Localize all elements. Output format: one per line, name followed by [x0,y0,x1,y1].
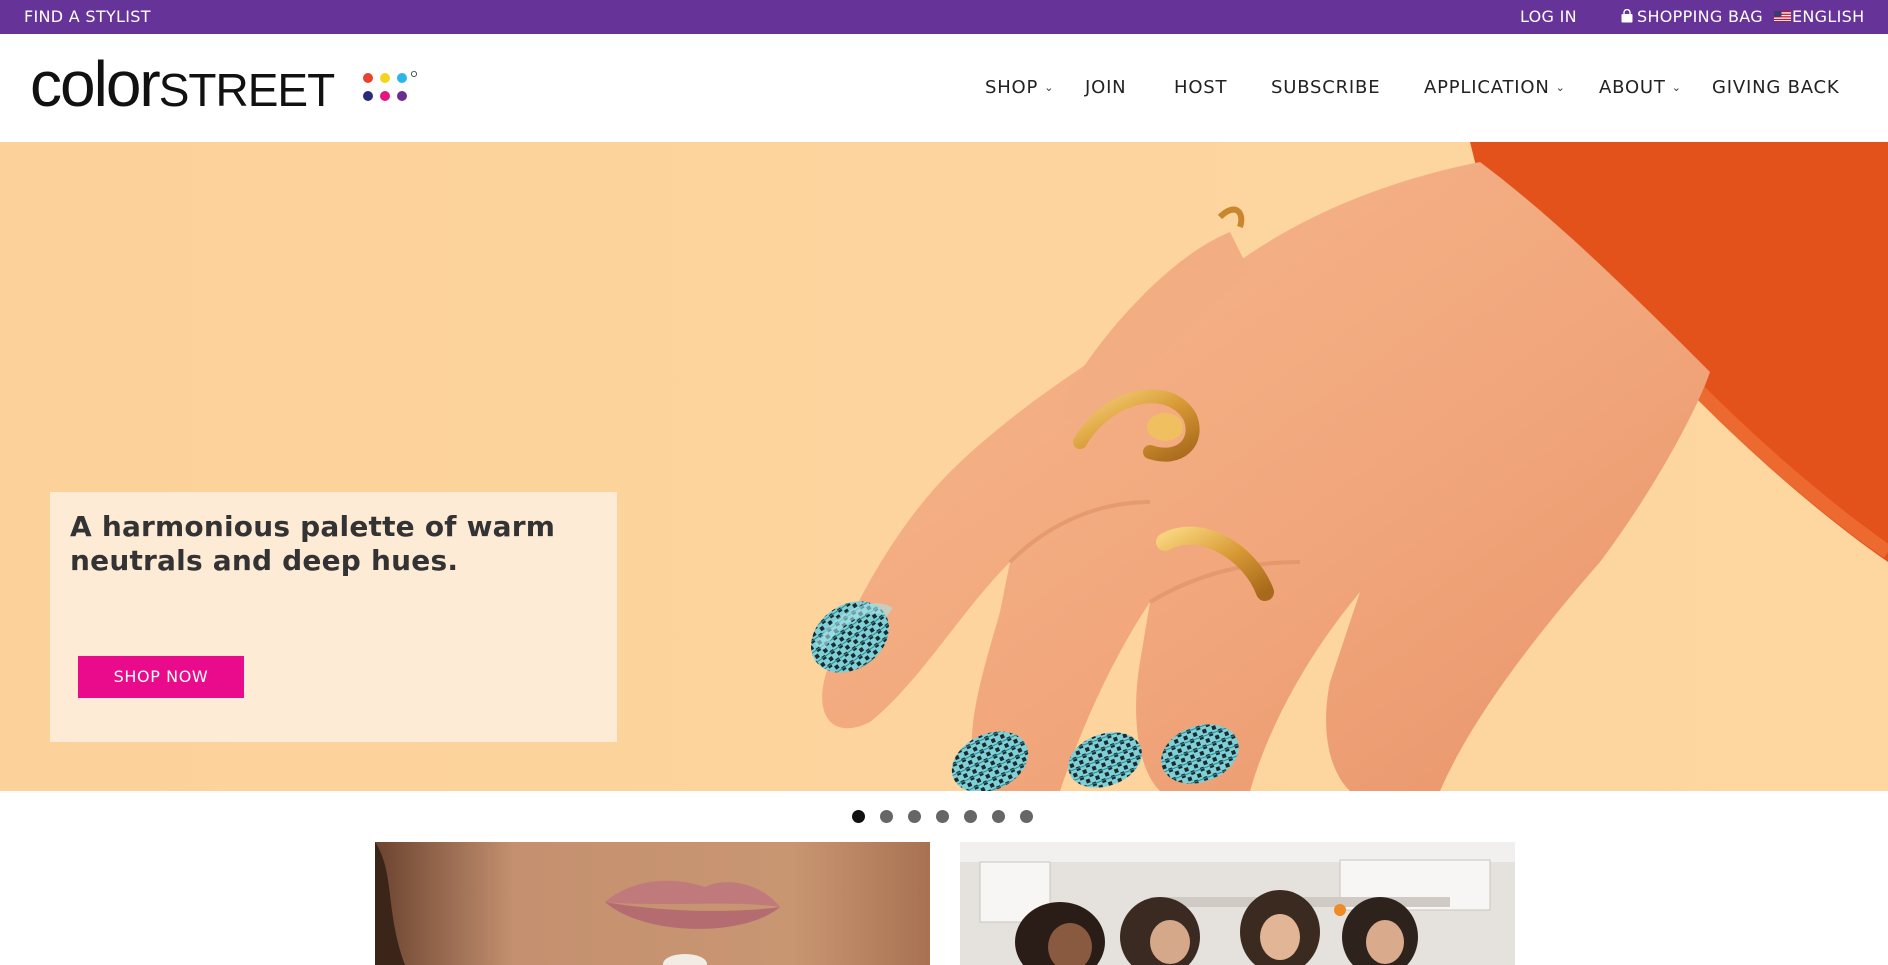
friends-kitchen-image [960,842,1515,965]
top-utility-bar: FIND A STYLIST LOG IN SHOPPING BAG ENGLI… [0,0,1888,34]
carousel-dot-5[interactable] [964,810,977,823]
shopping-bag-icon [1621,9,1633,23]
nav-about-label: ABOUT [1599,77,1666,98]
promo-tile-friends[interactable] [960,842,1515,965]
nav-join[interactable]: JOIN [1085,34,1126,142]
shop-now-button[interactable]: SHOP NOW [78,656,244,698]
lips-image [375,842,930,965]
chevron-down-icon: ⌄ [1044,81,1055,94]
carousel-dot-2[interactable] [880,810,893,823]
chevron-down-icon: ⌄ [1555,81,1566,94]
carousel-dot-1[interactable] [852,810,865,823]
nav-shop-label: SHOP [985,77,1039,98]
color-street-logo[interactable]: colorSTREET [30,50,430,126]
nav-subscribe[interactable]: SUBSCRIBE [1271,34,1380,142]
promo-tile-lips[interactable] [375,842,930,965]
language-label: ENGLISH [1792,7,1865,26]
nav-about[interactable]: ABOUT ⌄ [1599,34,1682,142]
login-link[interactable]: LOG IN [1520,0,1577,34]
carousel-dot-3[interactable] [908,810,921,823]
nav-giving-back[interactable]: GIVING BACK [1712,34,1840,142]
nav-shop[interactable]: SHOP ⌄ [985,34,1054,142]
logo-dots-icon [363,71,418,101]
find-stylist-link[interactable]: FIND A STYLIST [24,0,151,34]
nav-application-label: APPLICATION [1424,77,1550,98]
carousel-dot-4[interactable] [936,810,949,823]
hero-headline: A harmonious palette of warm neutrals an… [70,510,556,577]
hero-banner[interactable]: A harmonious palette of warm neutrals an… [0,142,1888,791]
us-flag-icon [1774,11,1791,22]
shopping-bag-link[interactable]: SHOPPING BAG [1620,0,1763,34]
chevron-down-icon: ⌄ [1671,81,1682,94]
nav-host[interactable]: HOST [1174,34,1227,142]
nav-application[interactable]: APPLICATION ⌄ [1424,34,1566,142]
logo-wordmark-color: color [30,48,161,120]
hero-text-card: A harmonious palette of warm neutrals an… [50,492,617,742]
carousel-dot-7[interactable] [1020,810,1033,823]
language-selector[interactable]: ENGLISH [1774,0,1864,34]
shopping-bag-label: SHOPPING BAG [1637,7,1763,26]
carousel-dot-6[interactable] [992,810,1005,823]
logo-wordmark: colorSTREET [30,52,335,116]
logo-wordmark-street: STREET [158,64,335,116]
